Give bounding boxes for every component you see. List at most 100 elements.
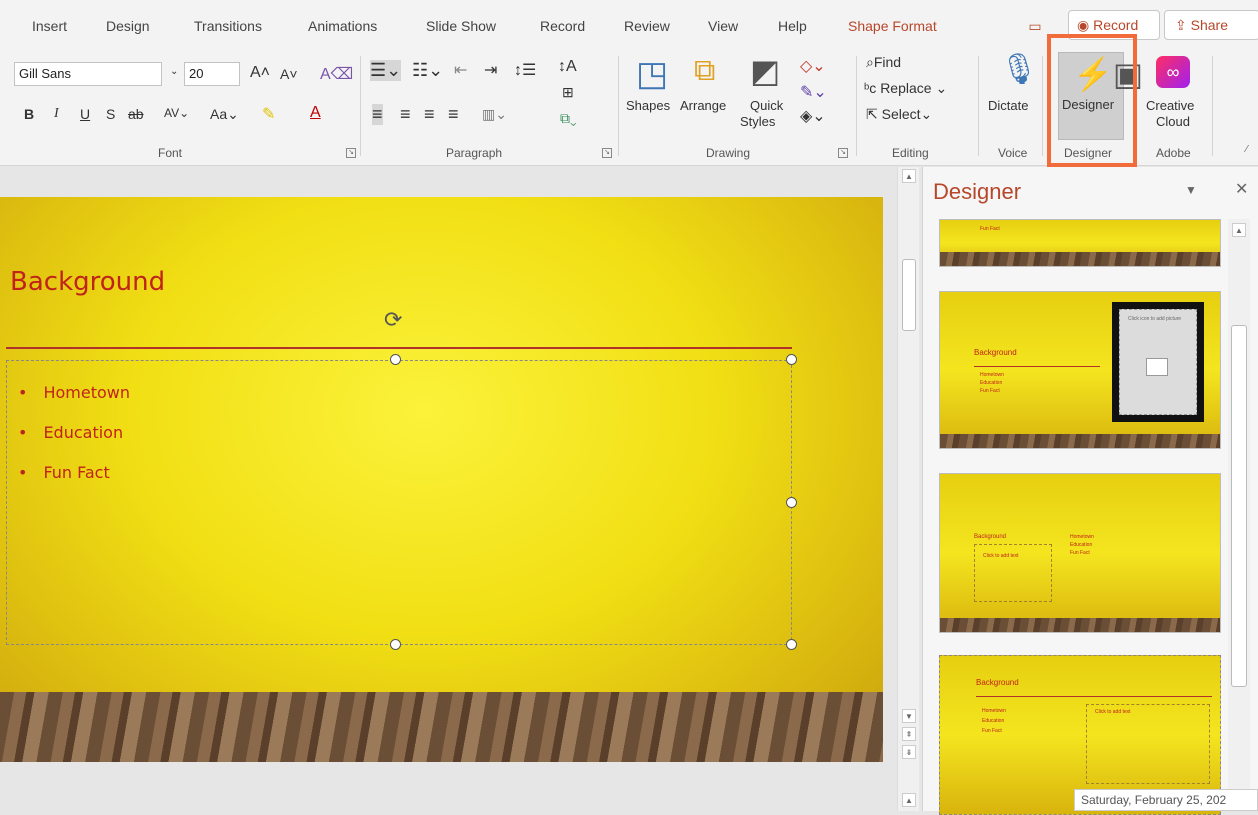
thumb-floor	[940, 434, 1220, 448]
cloud-label[interactable]: Cloud	[1156, 114, 1190, 129]
quick-styles-icon[interactable]: ◩	[750, 52, 780, 90]
increase-indent-icon[interactable]: ⇥	[484, 60, 497, 80]
bold-icon[interactable]: B	[24, 106, 34, 122]
justify-icon[interactable]: ≡	[448, 104, 459, 125]
drawing-dialog-launcher-icon[interactable]: ↘	[838, 148, 848, 158]
slide-vertical-scrollbar[interactable]: ▲ ▼ ⇞ ⇟ ▲	[897, 167, 919, 811]
tab-view[interactable]: View	[708, 18, 738, 34]
shape-outline-icon[interactable]: ✎⌄	[800, 82, 827, 102]
pane-options-icon[interactable]: ▼	[1185, 183, 1197, 197]
scroll-up-icon[interactable]: ▲	[1232, 223, 1246, 237]
bullets-icon[interactable]: ☰⌄	[370, 60, 402, 81]
tab-insert[interactable]: Insert	[32, 18, 67, 34]
slide[interactable]: Background ⟳ Hometown Education Fun Fact	[0, 197, 883, 762]
columns-icon[interactable]: ▥⌄	[482, 106, 507, 123]
resize-handle[interactable]	[786, 354, 797, 365]
thumb-bullet: Fun Fact	[980, 388, 1000, 394]
shapes-label[interactable]: Shapes	[626, 98, 670, 113]
bullet-item[interactable]: Hometown	[18, 383, 130, 402]
scroll-up-icon[interactable]: ▲	[902, 169, 916, 183]
rotate-handle-icon[interactable]: ⟳	[384, 307, 402, 333]
share-button[interactable]: ⇪ Share	[1164, 10, 1258, 40]
design-idea-thumbnail[interactable]: Background Hometown Education Fun Fact C…	[939, 291, 1221, 449]
creative-cloud-icon[interactable]: ∞	[1156, 56, 1190, 88]
tab-slide-show[interactable]: Slide Show	[426, 18, 496, 34]
shapes-icon[interactable]: ◳	[636, 54, 668, 94]
font-name-field[interactable]: Gill Sans	[14, 62, 162, 86]
align-right-icon[interactable]: ≡	[424, 104, 435, 125]
resize-handle[interactable]	[786, 639, 797, 650]
slide-title[interactable]: Background	[10, 267, 165, 297]
character-spacing-icon[interactable]: AV⌄	[164, 106, 189, 120]
resize-handle[interactable]	[390, 639, 401, 650]
font-name-dropdown-icon[interactable]: ⌄	[170, 66, 178, 77]
line-spacing-icon[interactable]: ↕☰	[514, 60, 536, 80]
tab-help[interactable]: Help	[778, 18, 807, 34]
resize-handle[interactable]	[390, 354, 401, 365]
ribbon-separator	[856, 56, 857, 156]
find-button[interactable]: ⌕Find	[866, 54, 901, 71]
align-left-icon[interactable]: ≡	[372, 104, 383, 125]
tab-animations[interactable]: Animations	[308, 18, 377, 34]
designer-highlight-box	[1047, 34, 1137, 167]
shape-effects-icon[interactable]: ◈⌄	[800, 106, 826, 126]
font-color-icon[interactable]: A	[310, 104, 321, 122]
scroll-down-icon[interactable]: ▼	[902, 709, 916, 723]
previous-slide-icon[interactable]: ⇞	[902, 727, 916, 741]
change-case-button[interactable]: Aa⌄	[210, 106, 239, 123]
shadow-icon[interactable]: S	[106, 106, 115, 122]
font-dialog-launcher-icon[interactable]: ↘	[346, 148, 356, 158]
close-icon[interactable]: ✕	[1235, 179, 1248, 199]
styles-label[interactable]: Styles	[740, 114, 775, 129]
shrink-font-icon[interactable]: A˅	[280, 66, 298, 82]
thumb-text: Fun Fact	[980, 226, 1000, 232]
align-center-icon[interactable]: ≡	[400, 104, 411, 125]
scrollbar-thumb[interactable]	[902, 259, 916, 331]
find-label: Find	[873, 54, 902, 70]
align-text-icon[interactable]: ⊞	[562, 84, 574, 101]
text-direction-icon[interactable]: ↕A	[558, 58, 577, 76]
microphone-icon[interactable]: 🎙	[1000, 52, 1038, 87]
picture-frame: Click icon to add picture	[1112, 302, 1204, 422]
next-slide-icon[interactable]: ⇟	[902, 745, 916, 759]
underline-icon[interactable]: U	[80, 106, 90, 122]
thumb-bullet: Fun Fact	[982, 728, 1002, 734]
thumb-placeholder-text: Click to add text	[1095, 709, 1131, 715]
font-size-field[interactable]: 20	[184, 62, 240, 86]
bullet-item[interactable]: Fun Fact	[18, 463, 130, 482]
creative-label[interactable]: Creative	[1146, 98, 1194, 113]
paragraph-dialog-launcher-icon[interactable]: ↘	[602, 148, 612, 158]
smartart-icon[interactable]: ⧉⌄	[560, 110, 577, 127]
grow-font-icon[interactable]: A˄	[250, 64, 270, 82]
tab-design[interactable]: Design	[106, 18, 150, 34]
numbering-icon[interactable]: ☷⌄	[412, 60, 443, 81]
arrange-label[interactable]: Arrange	[680, 98, 726, 113]
collapse-ribbon-icon[interactable]: ⁄	[1246, 144, 1248, 155]
tab-record[interactable]: Record	[540, 18, 585, 34]
bullet-item[interactable]: Education	[18, 423, 130, 442]
highlight-color-icon[interactable]: ✎	[262, 104, 275, 124]
tab-shape-format[interactable]: Shape Format	[848, 18, 937, 34]
tab-transitions[interactable]: Transitions	[194, 18, 262, 34]
dictate-label[interactable]: Dictate	[988, 98, 1028, 113]
strikethrough-icon[interactable]: ab	[128, 106, 144, 122]
select-button[interactable]: ⇱ Select⌄	[866, 106, 932, 123]
design-idea-thumbnail[interactable]: Background Click to add text Hometown Ed…	[939, 473, 1221, 633]
scroll-up-icon[interactable]: ▲	[902, 793, 916, 807]
bullet-list[interactable]: Hometown Education Fun Fact	[18, 383, 130, 503]
resize-handle[interactable]	[786, 497, 797, 508]
scrollbar-thumb[interactable]	[1231, 325, 1247, 687]
slide-canvas: Background ⟳ Hometown Education Fun Fact	[0, 167, 895, 811]
record-label: Record	[1093, 17, 1139, 33]
quick-label[interactable]: Quick	[750, 98, 783, 113]
replace-button[interactable]: ᵇc Replace ⌄	[864, 80, 947, 97]
picture-placeholder: Click icon to add picture	[1119, 309, 1197, 415]
designer-pane-scrollbar[interactable]: ▲	[1228, 219, 1250, 811]
design-idea-thumbnail[interactable]: Fun Fact	[939, 219, 1221, 267]
clear-formatting-icon[interactable]: A⌫	[320, 64, 353, 84]
arrange-icon[interactable]: ⧉	[694, 54, 715, 88]
decrease-indent-icon[interactable]: ⇤	[454, 60, 467, 80]
shape-fill-icon[interactable]: ◇⌄	[800, 56, 826, 76]
italic-icon[interactable]: I	[54, 106, 59, 122]
tab-review[interactable]: Review	[624, 18, 670, 34]
